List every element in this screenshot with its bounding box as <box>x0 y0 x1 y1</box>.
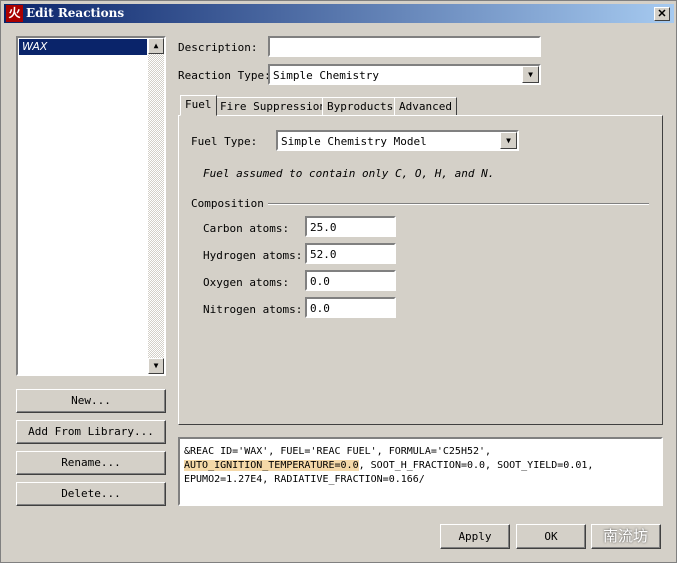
tab-fire-suppression[interactable]: Fire Suppression <box>215 97 331 116</box>
tab-fuel[interactable]: Fuel <box>180 95 217 116</box>
fuel-type-select[interactable]: Simple Chemistry Model ▼ <box>276 130 519 151</box>
nitrogen-atoms-label: Nitrogen atoms: <box>203 303 303 316</box>
preview-line-3: EPUMO2=1.27E4, RADIATIVE_FRACTION=0.166/ <box>184 474 425 485</box>
preview-line-1: &REAC ID='WAX', FUEL='REAC FUEL', FORMUL… <box>184 446 492 457</box>
tab-byproducts[interactable]: Byproducts <box>322 97 399 116</box>
reaction-type-label: Reaction Type: <box>178 69 271 82</box>
add-from-library-button[interactable]: Add From Library... <box>16 420 166 444</box>
oxygen-atoms-label: Oxygen atoms: <box>203 276 290 289</box>
list-item-wax[interactable]: WAX <box>19 39 147 55</box>
new-button[interactable]: New... <box>16 389 166 413</box>
carbon-atoms-label: Carbon atoms: <box>203 222 290 235</box>
carbon-atoms-input[interactable]: 25.0 <box>305 216 396 237</box>
preview-line-2: , SOOT_H_FRACTION=0.0, SOOT_YIELD=0.01, <box>358 460 594 471</box>
title-bar: 火 Edit Reactions ✕ <box>4 4 674 23</box>
fuel-note: Fuel assumed to contain only C, O, H, an… <box>203 167 495 180</box>
list-scrollbar[interactable]: ▲ ▼ <box>148 38 164 374</box>
hydrogen-atoms-input[interactable]: 52.0 <box>305 243 396 264</box>
edit-reactions-dialog: 火 Edit Reactions ✕ WAX ▲ ▼ New... Add Fr… <box>0 0 677 563</box>
description-input[interactable] <box>268 36 541 57</box>
nitrogen-atoms-input[interactable]: 0.0 <box>305 297 396 318</box>
window-title: Edit Reactions <box>26 6 125 20</box>
description-label: Description: <box>178 41 258 54</box>
chevron-down-icon[interactable]: ▼ <box>522 66 539 83</box>
fuel-tab-panel: Fuel Type: Simple Chemistry Model ▼ Fuel… <box>178 115 663 425</box>
oxygen-atoms-input[interactable]: 0.0 <box>305 270 396 291</box>
chevron-down-icon[interactable]: ▼ <box>500 132 517 149</box>
hydrogen-atoms-label: Hydrogen atoms: <box>203 249 303 262</box>
reaction-type-value: Simple Chemistry <box>273 69 379 82</box>
delete-button[interactable]: Delete... <box>16 482 166 506</box>
app-icon: 火 <box>6 5 23 22</box>
watermark: 南流坊 <box>603 527 649 545</box>
preview-highlight: AUTO_IGNITION_TEMPERATURE=0.0 <box>184 460 359 471</box>
reaction-list[interactable]: WAX ▲ ▼ <box>16 36 166 376</box>
rename-button[interactable]: Rename... <box>16 451 166 475</box>
reaction-type-select[interactable]: Simple Chemistry ▼ <box>268 64 541 85</box>
fuel-type-value: Simple Chemistry Model <box>281 135 427 148</box>
ok-button[interactable]: OK <box>516 524 586 549</box>
tab-advanced[interactable]: Advanced <box>394 97 457 116</box>
apply-button[interactable]: Apply <box>440 524 510 549</box>
close-button[interactable]: ✕ <box>654 7 670 21</box>
fds-preview-text[interactable]: &REAC ID='WAX', FUEL='REAC FUEL', FORMUL… <box>178 437 663 506</box>
scroll-down-icon[interactable]: ▼ <box>148 358 164 374</box>
composition-label: Composition <box>191 197 268 210</box>
fuel-type-label: Fuel Type: <box>191 135 258 148</box>
scroll-up-icon[interactable]: ▲ <box>148 38 164 54</box>
